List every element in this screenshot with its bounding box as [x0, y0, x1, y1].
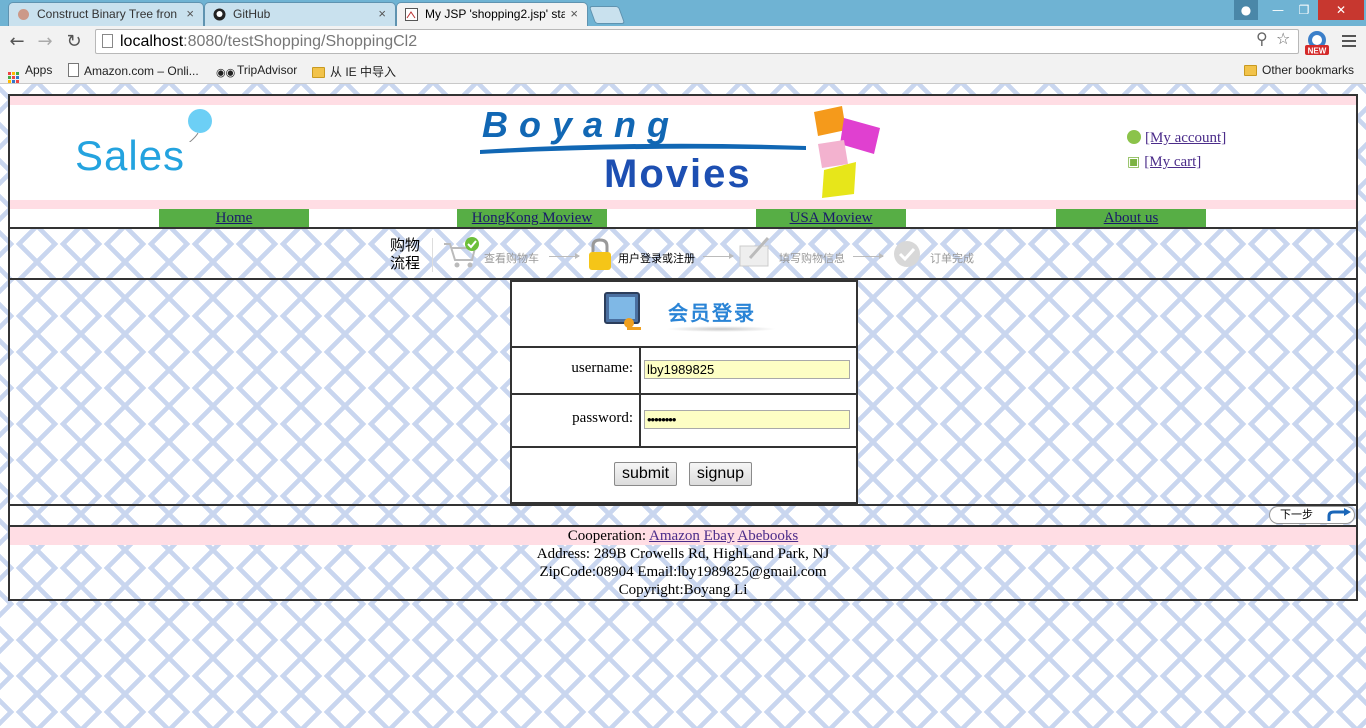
address-text: Address: 289B Crowells Rd, HighLand Park…: [536, 546, 830, 562]
contact-text: ZipCode:08904 Email:lby1989825@gmail.com: [539, 564, 827, 580]
tab-title: Construct Binary Tree fron: [37, 7, 177, 21]
tab-close-icon[interactable]: ×: [378, 6, 386, 21]
divider: [8, 94, 10, 601]
password-input[interactable]: ••••••••: [644, 410, 850, 429]
password-label: password:: [572, 410, 633, 426]
divider: [432, 238, 433, 272]
divider: [512, 346, 856, 348]
divider: [639, 346, 641, 446]
new-tab-button[interactable]: [588, 6, 626, 24]
bookmark-tripadvisor[interactable]: ◉◉ TripAdvisor: [216, 63, 297, 79]
cart-icon: ▣: [1127, 154, 1141, 170]
curved-arrow-icon: [1327, 508, 1351, 521]
signup-button[interactable]: signup: [689, 462, 752, 486]
submit-button[interactable]: submit: [614, 462, 677, 486]
jsp-page-icon: [405, 8, 418, 21]
tab-title: GitHub: [233, 7, 271, 21]
copyright-text: Copyright:Boyang Li: [618, 582, 748, 598]
username-label: username:: [571, 360, 633, 376]
username-input[interactable]: lby1989825: [644, 360, 850, 379]
close-window-icon[interactable]: ✕: [1318, 0, 1364, 20]
tab-my-jsp[interactable]: My JSP 'shopping2.jsp' sta ×: [396, 2, 588, 26]
form-pen-icon: [739, 236, 770, 267]
page-icon: [102, 34, 113, 48]
divider: [10, 504, 1356, 506]
step-view-cart: 查看购物车: [484, 252, 539, 265]
extension-key-icon[interactable]: ⚲: [1256, 29, 1268, 48]
login-heading: 会员登录: [668, 301, 756, 325]
page-favicon-icon: [18, 9, 29, 20]
cooperation-line: Cooperation: Amazon Ebay Abebooks: [10, 527, 1356, 545]
folder-icon: [312, 67, 325, 78]
extension-new-icon[interactable]: NEW: [1303, 30, 1331, 56]
back-icon[interactable]: ←: [6, 31, 28, 53]
divider: [8, 599, 1358, 601]
nav-home[interactable]: Home: [159, 209, 309, 227]
progress-title: 购物流程: [390, 236, 421, 272]
colorful-cubes-icon: [814, 106, 880, 198]
tab-strip: Construct Binary Tree fron × GitHub × My…: [0, 0, 1366, 26]
header-bottom-band: [10, 200, 1356, 209]
bookmark-apps[interactable]: Apps: [8, 63, 52, 83]
boyang-movies-logo: Boyang Movies: [478, 104, 890, 200]
arrow-icon: [549, 253, 580, 259]
apps-grid-icon: [8, 72, 19, 83]
lock-icon: [589, 238, 611, 270]
tab-close-icon[interactable]: ×: [570, 6, 578, 21]
next-step-button[interactable]: 下一步: [1269, 506, 1355, 524]
browser-toolbar: ← → ↻ localhost:8080/testShopping/Shoppi…: [0, 26, 1366, 58]
restore-icon[interactable]: ❐: [1291, 0, 1317, 20]
my-account-link[interactable]: [My account]: [1127, 130, 1226, 147]
bookmarks-bar: Apps Amazon.com – Onli... ◉◉ TripAdvisor …: [0, 58, 1366, 84]
profile-icon[interactable]: ●: [1234, 0, 1258, 20]
forward-icon[interactable]: →: [34, 31, 56, 53]
divider: [1356, 94, 1358, 601]
footer: Cooperation: Amazon Ebay Abebooks Addres…: [10, 527, 1356, 599]
sales-logo: Sales: [75, 132, 186, 179]
bookmark-other[interactable]: Other bookmarks: [1244, 63, 1354, 77]
heading-shadow: [666, 326, 776, 332]
step-order-complete: 订单完成: [930, 252, 974, 265]
shopping-cart-icon: [444, 237, 479, 268]
divider: [512, 393, 856, 395]
tripadvisor-icon: ◉◉: [216, 66, 236, 79]
reload-icon[interactable]: ↻: [63, 31, 85, 53]
divider: [10, 227, 1356, 229]
address-bar[interactable]: localhost:8080/testShopping/ShoppingCl2: [95, 29, 1299, 54]
tab-github[interactable]: GitHub ×: [204, 2, 396, 26]
step-fill-info: 填写购物信息: [779, 252, 845, 265]
my-cart-link[interactable]: ▣ [My cart]: [1127, 154, 1201, 171]
github-icon: [213, 8, 226, 21]
url-text: localhost:8080/testShopping/ShoppingCl2: [120, 33, 418, 50]
arrow-icon: [853, 253, 884, 259]
check-circle-icon: [894, 241, 920, 267]
tab-close-icon[interactable]: ×: [186, 6, 194, 21]
globe-icon: [1127, 130, 1141, 144]
svg-text:NEW: NEW: [1308, 47, 1327, 56]
chrome-menu-icon[interactable]: [1342, 32, 1356, 50]
nav-about-us[interactable]: About us: [1056, 209, 1206, 227]
amazon-link[interactable]: Amazon: [649, 528, 700, 544]
abebooks-link[interactable]: Abebooks: [737, 528, 798, 544]
minimize-icon[interactable]: —: [1265, 0, 1291, 20]
divider: [512, 446, 856, 448]
nav-hongkong-moview[interactable]: HongKong Moview: [457, 209, 607, 227]
step-login-register: 用户登录或注册: [618, 252, 695, 265]
tab-binary-tree[interactable]: Construct Binary Tree fron ×: [8, 2, 204, 26]
page-icon: [68, 63, 79, 77]
divider: [8, 94, 1358, 96]
bookmark-star-icon[interactable]: ☆: [1276, 29, 1290, 48]
nav-usa-moview[interactable]: USA Moview: [756, 209, 906, 227]
folder-icon: [1244, 65, 1257, 76]
balloon-icon: [188, 109, 212, 142]
member-login-monitor-icon: [604, 292, 641, 330]
bookmark-ie-import[interactable]: 从 IE 中导入: [312, 63, 396, 80]
ebay-link[interactable]: Ebay: [704, 528, 735, 544]
tab-title: My JSP 'shopping2.jsp' sta: [425, 7, 565, 21]
bookmark-amazon[interactable]: Amazon.com – Onli...: [68, 63, 199, 78]
arrow-icon: [703, 253, 734, 259]
